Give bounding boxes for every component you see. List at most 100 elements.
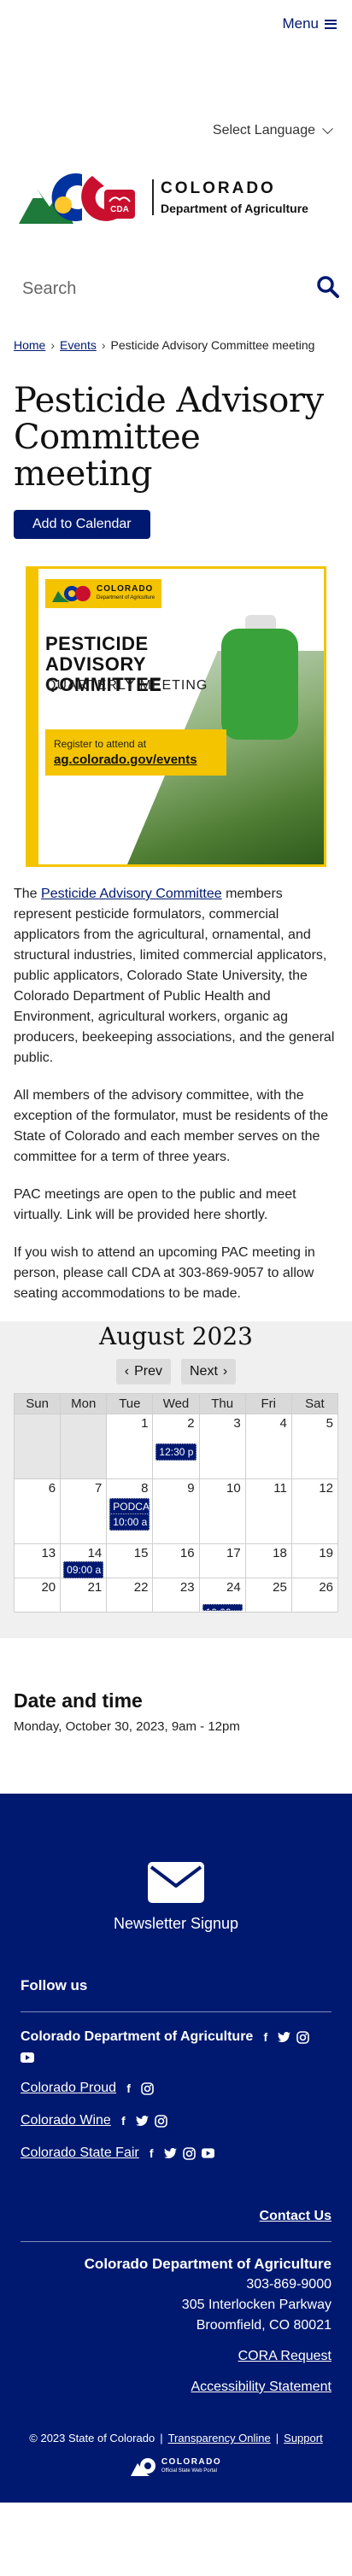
calendar-day-empty	[60, 1414, 108, 1479]
site-footer: Newsletter Signup Follow us Colorado Dep…	[0, 1794, 352, 2503]
breadcrumb: Home › Events › Pesticide Advisory Commi…	[0, 330, 352, 352]
add-to-calendar-button[interactable]: Add to Calendar	[14, 510, 150, 539]
search-input[interactable]	[22, 278, 279, 299]
instagram-icon[interactable]	[141, 2081, 154, 2095]
org-name: Colorado Department of Agriculture	[84, 2256, 331, 2272]
facebook-icon[interactable]: f	[145, 2146, 158, 2160]
calendar-event[interactable]: 09:00 a	[63, 1561, 104, 1578]
org-address-line-2: Broomfield, CO 80021	[196, 2318, 331, 2333]
calendar-day: 6	[13, 1478, 62, 1544]
social-colorado-state-fair: Colorado State Fair f	[21, 2146, 331, 2161]
newsletter-signup[interactable]: Newsletter Signup	[21, 1862, 331, 1933]
language-select[interactable]: Select Language	[212, 122, 333, 138]
footer-divider	[21, 2241, 331, 2242]
newsletter-label: Newsletter Signup	[113, 1915, 239, 1932]
footer-address: Colorado Department of Agriculture 303-8…	[21, 2254, 331, 2397]
chevron-right-icon: ›	[222, 1364, 228, 1379]
promo-accent-bar	[28, 569, 38, 864]
language-bar: Select Language	[0, 75, 352, 147]
social-colorado-wine: Colorado Wine f	[21, 2113, 331, 2128]
instagram-icon[interactable]	[296, 2030, 310, 2044]
footer-links: © 2023 State of Colorado | Transparency …	[14, 2432, 338, 2444]
calendar-day: 14 09:00 a	[60, 1543, 108, 1578]
contact-us-link[interactable]: Contact Us	[260, 2209, 331, 2223]
calendar-day: 7	[60, 1478, 108, 1544]
social-link[interactable]: Colorado State Fair	[21, 2146, 139, 2161]
calendar-next-button[interactable]: Next ›	[181, 1359, 237, 1385]
calendar-day: 4	[244, 1414, 292, 1479]
copyright-text: © 2023 State of Colorado	[29, 2432, 155, 2444]
calendar-event[interactable]: 10:00 a	[202, 1604, 243, 1611]
calendar-day: 18	[244, 1543, 292, 1578]
twitter-icon[interactable]	[135, 2115, 149, 2128]
calendar-day: 15	[106, 1543, 154, 1578]
calendar-week-row: 1 2 12:30 p 3 4 5	[13, 1414, 339, 1479]
chevron-left-icon: ‹	[124, 1364, 130, 1379]
language-label: Select Language	[212, 123, 315, 138]
paragraph-text: The	[14, 887, 42, 901]
calendar-day: 5	[290, 1414, 339, 1479]
footer-bottom: © 2023 State of Colorado | Transparency …	[0, 2397, 352, 2503]
colorado-c-logo-icon: CDA	[19, 173, 135, 224]
twitter-icon[interactable]	[278, 2031, 291, 2044]
pac-link[interactable]: Pesticide Advisory Committee	[41, 887, 222, 901]
facebook-icon[interactable]: f	[122, 2081, 135, 2095]
calendar-day: 2 12:30 p	[152, 1414, 200, 1479]
instagram-icon[interactable]	[155, 2114, 167, 2128]
footer-divider	[21, 2011, 331, 2012]
day-number: 8	[141, 1481, 149, 1496]
social-name: Colorado Department of Agriculture	[21, 2029, 254, 2044]
promo-chip-line-2: Department of Agriculture	[97, 595, 155, 600]
cora-request-link[interactable]: CORA Request	[238, 2349, 331, 2363]
calendar-prev-button[interactable]: ‹ Prev	[115, 1359, 171, 1385]
state-portal-logo[interactable]: COLORADO Official State Web Portal	[14, 2456, 338, 2477]
calendar-day: 1	[106, 1414, 154, 1479]
weekday-header: Tue	[106, 1393, 154, 1414]
transparency-link[interactable]: Transparency Online	[168, 2432, 271, 2444]
calendar-event[interactable]: 10:00 a	[109, 1513, 150, 1531]
site-logo[interactable]: CDA COLORADO Department of Agriculture	[0, 147, 352, 248]
instagram-icon[interactable]	[182, 2146, 196, 2160]
calendar-day: 13	[13, 1543, 62, 1578]
youtube-icon[interactable]	[21, 2051, 331, 2064]
weekday-header: Wed	[152, 1393, 200, 1414]
accessibility-link[interactable]: Accessibility Statement	[191, 2380, 331, 2394]
calendar-day: 8 PODCA 10:00 a	[106, 1478, 154, 1544]
weekday-header: Sun	[13, 1393, 62, 1414]
support-link[interactable]: Support	[284, 2432, 323, 2444]
facebook-icon[interactable]: f	[259, 2030, 272, 2044]
event-description: The Pesticide Advisory Committee members…	[0, 884, 352, 1304]
description-paragraph: The Pesticide Advisory Committee members…	[14, 884, 338, 1068]
calendar-day: 19	[290, 1543, 339, 1578]
breadcrumb-events-link[interactable]: Events	[60, 338, 97, 352]
search-icon[interactable]	[316, 275, 340, 303]
youtube-icon[interactable]	[201, 2147, 214, 2160]
calendar-week-row: 6 7 8 PODCA 10:00 a 9 10 11 12	[13, 1478, 339, 1544]
social-link[interactable]: Colorado Proud	[21, 2081, 116, 2096]
calendar-event[interactable]: PODCA	[109, 1498, 150, 1515]
calendar-day-empty	[13, 1414, 62, 1479]
breadcrumb-separator: ›	[101, 338, 106, 352]
paragraph-text: members represent pesticide formulators,…	[14, 887, 335, 1065]
page-title: Pesticide Advisory Committee meeting	[14, 381, 324, 494]
calendar-day: 16	[152, 1543, 200, 1578]
promo-register-url: ag.colorado.gov/events	[54, 752, 197, 767]
social-link[interactable]: Colorado Wine	[21, 2113, 111, 2128]
breadcrumb-home-link[interactable]: Home	[14, 338, 45, 352]
date-time-value: Monday, October 30, 2023, 9am - 12pm	[14, 1719, 240, 1734]
promo-logo-chip: COLORADO Department of Agriculture	[45, 579, 162, 608]
calendar-day: 23	[152, 1578, 200, 1613]
calendar-event[interactable]: 12:30 p	[155, 1443, 197, 1461]
calendar-day: 20	[13, 1578, 62, 1613]
facebook-icon[interactable]: f	[117, 2114, 130, 2128]
menu-button[interactable]: Menu	[282, 15, 337, 32]
promo-chip-line-1: COLORADO	[97, 584, 154, 594]
hamburger-icon	[325, 19, 337, 29]
promo-chip-text: COLORADO Department of Agriculture	[97, 585, 155, 602]
logo-line-1: COLORADO	[161, 179, 276, 197]
calendar-day: 22	[106, 1578, 154, 1613]
org-phone: 303-869-9000	[246, 2277, 331, 2292]
calendar-month-title: August 2023	[99, 1322, 253, 1350]
calendar-day: 3	[198, 1414, 246, 1479]
twitter-icon[interactable]	[163, 2147, 177, 2160]
